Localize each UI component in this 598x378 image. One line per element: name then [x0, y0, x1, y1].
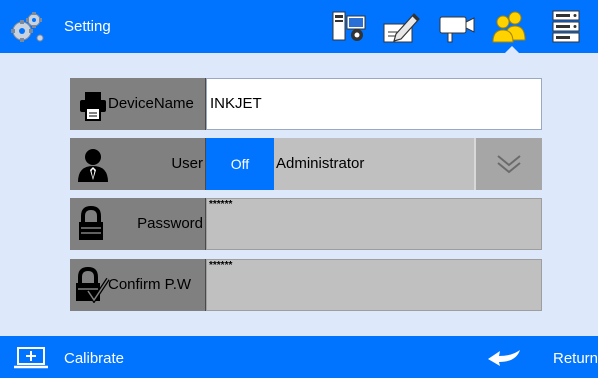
confirm-password-value: ******: [209, 260, 233, 271]
settings-panel: DeviceName INKJET User Off Administrator: [0, 53, 598, 336]
lock-check-icon: [76, 267, 110, 303]
server-icon[interactable]: [549, 10, 587, 44]
top-bar: Setting: [0, 0, 598, 53]
return-button[interactable]: Return: [553, 350, 598, 367]
device-name-label: DeviceName: [108, 95, 194, 112]
confirm-password-row: Confirm P.W ******: [70, 259, 542, 311]
device-name-value: INKJET: [210, 95, 262, 112]
return-arrow-icon[interactable]: [486, 348, 522, 366]
password-label: Password: [137, 215, 203, 232]
password-input[interactable]: ******: [206, 198, 542, 250]
device-name-input[interactable]: INKJET: [206, 78, 542, 130]
edit-label-icon[interactable]: [382, 10, 420, 44]
users-icon[interactable]: [491, 10, 529, 44]
bottom-bar: Calibrate Return: [0, 336, 598, 378]
user-select[interactable]: Administrator: [274, 138, 474, 190]
password-row: Password ******: [70, 198, 542, 250]
confirm-password-input[interactable]: ******: [206, 259, 542, 311]
printer-icon: [80, 92, 106, 121]
calibrate-icon[interactable]: [12, 347, 50, 369]
active-tab-indicator: [505, 46, 519, 53]
user-toggle[interactable]: Off: [206, 138, 274, 190]
confirm-password-label-cell: Confirm P.W: [70, 259, 206, 311]
lock-icon: [79, 206, 103, 240]
device-name-label-cell: DeviceName: [70, 78, 206, 130]
calibrate-button[interactable]: Calibrate: [64, 350, 124, 367]
confirm-password-label: Confirm P.W: [108, 276, 192, 293]
password-value: ******: [209, 199, 233, 210]
camera-icon[interactable]: [438, 10, 476, 44]
system-info-icon[interactable]: [330, 10, 368, 44]
device-name-row: DeviceName INKJET: [70, 78, 542, 130]
user-label-cell: User: [70, 138, 206, 190]
settings-gears-icon[interactable]: [10, 10, 44, 44]
chevron-down-double-icon: [497, 155, 521, 174]
user-value: Administrator: [276, 155, 365, 172]
user-row: User Off Administrator: [70, 138, 542, 190]
user-dropdown-button[interactable]: [474, 138, 542, 190]
user-label: User: [171, 155, 203, 172]
user-icon: [78, 149, 108, 182]
page-title: Setting: [64, 18, 111, 35]
password-label-cell: Password: [70, 198, 206, 250]
